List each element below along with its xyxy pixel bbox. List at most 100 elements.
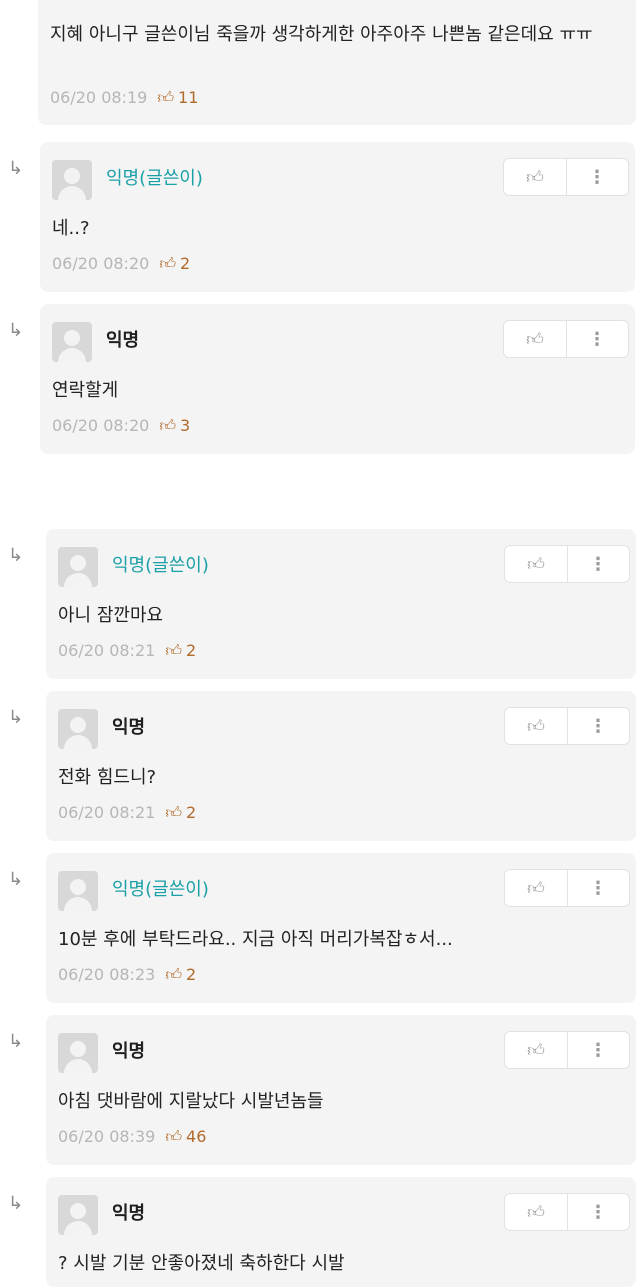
comment-time: 06/20 08:21 bbox=[58, 803, 156, 822]
avatar bbox=[58, 709, 98, 749]
like-count-value: 2 bbox=[186, 965, 197, 984]
like-count: 👍︎ 2 bbox=[165, 803, 196, 823]
avatar bbox=[52, 322, 92, 362]
avatar bbox=[58, 871, 98, 911]
commenter-name: 익명(글쓴이) bbox=[112, 879, 209, 900]
comment-time: 06/20 08:20 bbox=[52, 254, 150, 273]
reply-arrow-icon: ↳ bbox=[8, 320, 24, 341]
like-count-value: 2 bbox=[186, 641, 197, 660]
thumbs-up-icon: 👍︎ bbox=[165, 641, 183, 660]
comment-meta: 06/20 08:21 👍︎ 2 bbox=[58, 641, 196, 661]
thumbs-up-icon: 👍︎ bbox=[526, 329, 544, 350]
more-vertical-icon: ⋮ bbox=[589, 1201, 607, 1223]
more-vertical-icon: ⋮ bbox=[589, 1039, 607, 1061]
like-count-value: 46 bbox=[186, 1127, 207, 1146]
comment-time: 06/20 08:21 bbox=[58, 641, 156, 660]
thumbs-up-icon: 👍︎ bbox=[527, 716, 545, 737]
like-count: 👍︎ 46 bbox=[165, 1127, 206, 1147]
commenter-name: 익명 bbox=[112, 1203, 146, 1224]
more-options-button[interactable]: ⋮ bbox=[567, 870, 629, 906]
commenter-name: 익명(글쓴이) bbox=[112, 555, 209, 576]
comment-meta: 06/20 08:21 👍︎ 2 bbox=[58, 803, 196, 823]
comment-meta: 06/20 08:19 👍︎ 11 bbox=[50, 88, 198, 108]
like-count: 👍︎ 11 bbox=[157, 88, 198, 108]
more-options-button[interactable]: ⋮ bbox=[567, 546, 629, 582]
comment-action-group: 👍︎ ⋮ bbox=[504, 545, 630, 583]
more-vertical-icon: ⋮ bbox=[589, 715, 607, 737]
reply-arrow-icon: ↳ bbox=[8, 1193, 24, 1214]
comment-text: 네..? bbox=[52, 218, 90, 239]
like-count: 👍︎ 2 bbox=[159, 254, 190, 274]
reply-arrow-icon: ↳ bbox=[8, 869, 24, 890]
comment-text: 지혜 아니구 글쓴이님 죽을까 생각하게한 아주아주 나쁜놈 같은데요 ㅠㅠ bbox=[50, 24, 593, 45]
comment-text: 아니 잠깐마요 bbox=[58, 605, 164, 626]
comment-action-group: 👍︎ ⋮ bbox=[504, 869, 630, 907]
like-button[interactable]: 👍︎ bbox=[504, 159, 567, 195]
like-count-value: 11 bbox=[178, 88, 199, 107]
commenter-name: 익명 bbox=[112, 1041, 146, 1062]
comment-text: 연락할게 bbox=[52, 380, 119, 401]
like-count-value: 3 bbox=[180, 416, 191, 435]
comment-text: 전화 힘드니? bbox=[58, 767, 157, 788]
like-button[interactable]: 👍︎ bbox=[505, 546, 568, 582]
thumbs-up-icon: 👍︎ bbox=[157, 88, 175, 107]
like-button[interactable]: 👍︎ bbox=[505, 708, 568, 744]
thumbs-up-icon: 👍︎ bbox=[165, 803, 183, 822]
like-count-value: 2 bbox=[180, 254, 191, 273]
comment-action-group: 👍︎ ⋮ bbox=[504, 1193, 630, 1231]
reply-card: 익명 👍︎ ⋮ 아침 댓바람에 지랄났다 시발년놈들 06/20 08:39 👍… bbox=[46, 1015, 636, 1165]
more-options-button[interactable]: ⋮ bbox=[567, 1032, 629, 1068]
thumbs-up-icon: 👍︎ bbox=[159, 254, 177, 273]
more-options-button[interactable]: ⋮ bbox=[567, 1194, 629, 1230]
commenter-name: 익명 bbox=[106, 330, 140, 351]
comment-meta: 06/20 08:39 👍︎ 46 bbox=[58, 1127, 206, 1147]
more-vertical-icon: ⋮ bbox=[588, 166, 606, 188]
thumbs-up-icon: 👍︎ bbox=[527, 1202, 545, 1223]
more-options-button[interactable]: ⋮ bbox=[566, 321, 628, 357]
more-options-button[interactable]: ⋮ bbox=[566, 159, 628, 195]
comment-action-group: 👍︎ ⋮ bbox=[503, 320, 629, 358]
avatar bbox=[58, 547, 98, 587]
like-button[interactable]: 👍︎ bbox=[505, 1194, 568, 1230]
avatar bbox=[52, 160, 92, 200]
reply-arrow-icon: ↳ bbox=[8, 1031, 24, 1052]
comment-action-group: 👍︎ ⋮ bbox=[503, 158, 629, 196]
comment-time: 06/20 08:23 bbox=[58, 965, 156, 984]
more-options-button[interactable]: ⋮ bbox=[567, 708, 629, 744]
reply-arrow-icon: ↳ bbox=[8, 707, 24, 728]
reply-arrow-icon: ↳ bbox=[8, 545, 24, 566]
comment-text: ? 시발 기분 안좋아졌네 축하한다 시발 bbox=[58, 1253, 345, 1274]
comment-card: 지혜 아니구 글쓴이님 죽을까 생각하게한 아주아주 나쁜놈 같은데요 ㅠㅠ 0… bbox=[38, 0, 636, 125]
comment-action-group: 👍︎ ⋮ bbox=[504, 707, 630, 745]
thumbs-up-icon: 👍︎ bbox=[527, 1040, 545, 1061]
reply-card: 익명(글쓴이) 👍︎ ⋮ 네..? 06/20 08:20 👍︎ 2 bbox=[40, 142, 635, 292]
more-vertical-icon: ⋮ bbox=[589, 877, 607, 899]
thumbs-up-icon: 👍︎ bbox=[526, 167, 544, 188]
commenter-name: 익명 bbox=[112, 717, 146, 738]
thumbs-up-icon: 👍︎ bbox=[165, 1127, 183, 1146]
like-button[interactable]: 👍︎ bbox=[505, 1032, 568, 1068]
avatar bbox=[58, 1033, 98, 1073]
thumbs-up-icon: 👍︎ bbox=[165, 965, 183, 984]
like-count: 👍︎ 3 bbox=[159, 416, 190, 436]
comment-meta: 06/20 08:20 👍︎ 2 bbox=[52, 254, 190, 274]
comment-time: 06/20 08:19 bbox=[50, 88, 148, 107]
reply-arrow-icon: ↳ bbox=[8, 158, 24, 179]
comment-time: 06/20 08:39 bbox=[58, 1127, 156, 1146]
comment-text: 아침 댓바람에 지랄났다 시발년놈들 bbox=[58, 1091, 324, 1112]
reply-card: 익명 👍︎ ⋮ 전화 힘드니? 06/20 08:21 👍︎ 2 bbox=[46, 691, 636, 841]
like-count-value: 2 bbox=[186, 803, 197, 822]
thumbs-up-icon: 👍︎ bbox=[159, 416, 177, 435]
more-vertical-icon: ⋮ bbox=[589, 553, 607, 575]
reply-card: 익명 👍︎ ⋮ 연락할게 06/20 08:20 👍︎ 3 bbox=[40, 304, 635, 454]
reply-card: 익명(글쓴이) 👍︎ ⋮ 10분 후에 부탁드라요.. 지금 아직 머리가복잡ㅎ… bbox=[46, 853, 636, 1003]
avatar bbox=[58, 1195, 98, 1235]
comment-time: 06/20 08:20 bbox=[52, 416, 150, 435]
comment-meta: 06/20 08:20 👍︎ 3 bbox=[52, 416, 190, 436]
comment-action-group: 👍︎ ⋮ bbox=[504, 1031, 630, 1069]
comment-meta: 06/20 08:23 👍︎ 2 bbox=[58, 965, 196, 985]
reply-card: 익명 👍︎ ⋮ ? 시발 기분 안좋아졌네 축하한다 시발 bbox=[46, 1177, 636, 1287]
like-button[interactable]: 👍︎ bbox=[504, 321, 567, 357]
more-vertical-icon: ⋮ bbox=[588, 328, 606, 350]
like-button[interactable]: 👍︎ bbox=[505, 870, 568, 906]
